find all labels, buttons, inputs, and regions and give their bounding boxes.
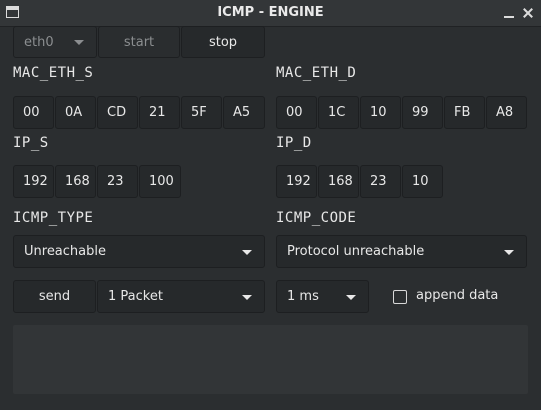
interval-value: 1 ms (287, 289, 319, 304)
send-button[interactable]: send (13, 280, 96, 313)
mac-src-octet-3[interactable]: CD (97, 96, 138, 129)
ip-dst-octet-3[interactable]: 23 (360, 165, 401, 198)
icmp-type-value: Unreachable (24, 244, 106, 259)
interface-select[interactable]: eth0 (13, 26, 97, 58)
icmp-code-value: Protocol unreachable (287, 244, 425, 259)
close-icon[interactable] (519, 4, 537, 22)
ip-src-octet-3[interactable]: 23 (97, 165, 138, 198)
ip-src-label: IP_S (13, 135, 49, 151)
ip-src-octet-1[interactable]: 192 (13, 165, 54, 198)
mac-dst-label: MAC_ETH_D (276, 65, 357, 81)
chevron-down-icon (74, 40, 84, 45)
mac-dst-octet-3[interactable]: 10 (360, 96, 401, 129)
ip-dst-octet-2[interactable]: 168 (318, 165, 359, 198)
interface-value: eth0 (24, 34, 54, 50)
mac-src-octet-2[interactable]: 0A (55, 96, 96, 129)
mac-src-octet-4[interactable]: 21 (139, 96, 180, 129)
start-button[interactable]: start (98, 26, 180, 58)
append-data-checkbox[interactable] (393, 290, 407, 304)
ip-dst-octet-1[interactable]: 192 (276, 165, 317, 198)
mac-dst-octet-6[interactable]: A8 (486, 96, 527, 129)
mac-dst-octet-4[interactable]: 99 (402, 96, 443, 129)
ip-dst-octet-4[interactable]: 10 (402, 165, 443, 198)
chevron-down-icon (242, 249, 252, 255)
icmp-type-select[interactable]: Unreachable (13, 235, 265, 268)
icmp-type-label: ICMP_TYPE (13, 210, 94, 226)
append-data-label[interactable]: append data (416, 288, 498, 303)
mac-dst-octet-5[interactable]: FB (444, 96, 485, 129)
window-title: ICMP - ENGINE (217, 5, 324, 20)
icmp-code-select[interactable]: Protocol unreachable (276, 235, 527, 268)
chevron-down-icon (504, 249, 514, 255)
title-bar: ICMP - ENGINE (0, 0, 541, 27)
ip-src-octet-4[interactable]: 100 (139, 165, 181, 198)
output-area[interactable] (13, 325, 528, 394)
interval-select[interactable]: 1 ms (276, 280, 369, 313)
minimize-icon[interactable] (500, 4, 518, 22)
mac-src-octet-1[interactable]: 00 (13, 96, 54, 129)
packet-count-value: 1 Packet (108, 289, 163, 304)
ip-src-octet-2[interactable]: 168 (55, 165, 96, 198)
chevron-down-icon (346, 294, 356, 300)
mac-dst-octet-1[interactable]: 00 (276, 96, 317, 129)
mac-dst-octet-2[interactable]: 1C (318, 96, 359, 129)
stop-button[interactable]: stop (181, 26, 265, 58)
packet-count-select[interactable]: 1 Packet (97, 280, 265, 313)
mac-src-octet-6[interactable]: A5 (223, 96, 265, 129)
ip-dst-label: IP_D (276, 135, 312, 151)
mac-src-octet-5[interactable]: 5F (181, 96, 222, 129)
icmp-code-label: ICMP_CODE (276, 210, 357, 226)
chevron-down-icon (242, 294, 252, 300)
mac-src-label: MAC_ETH_S (13, 65, 94, 81)
